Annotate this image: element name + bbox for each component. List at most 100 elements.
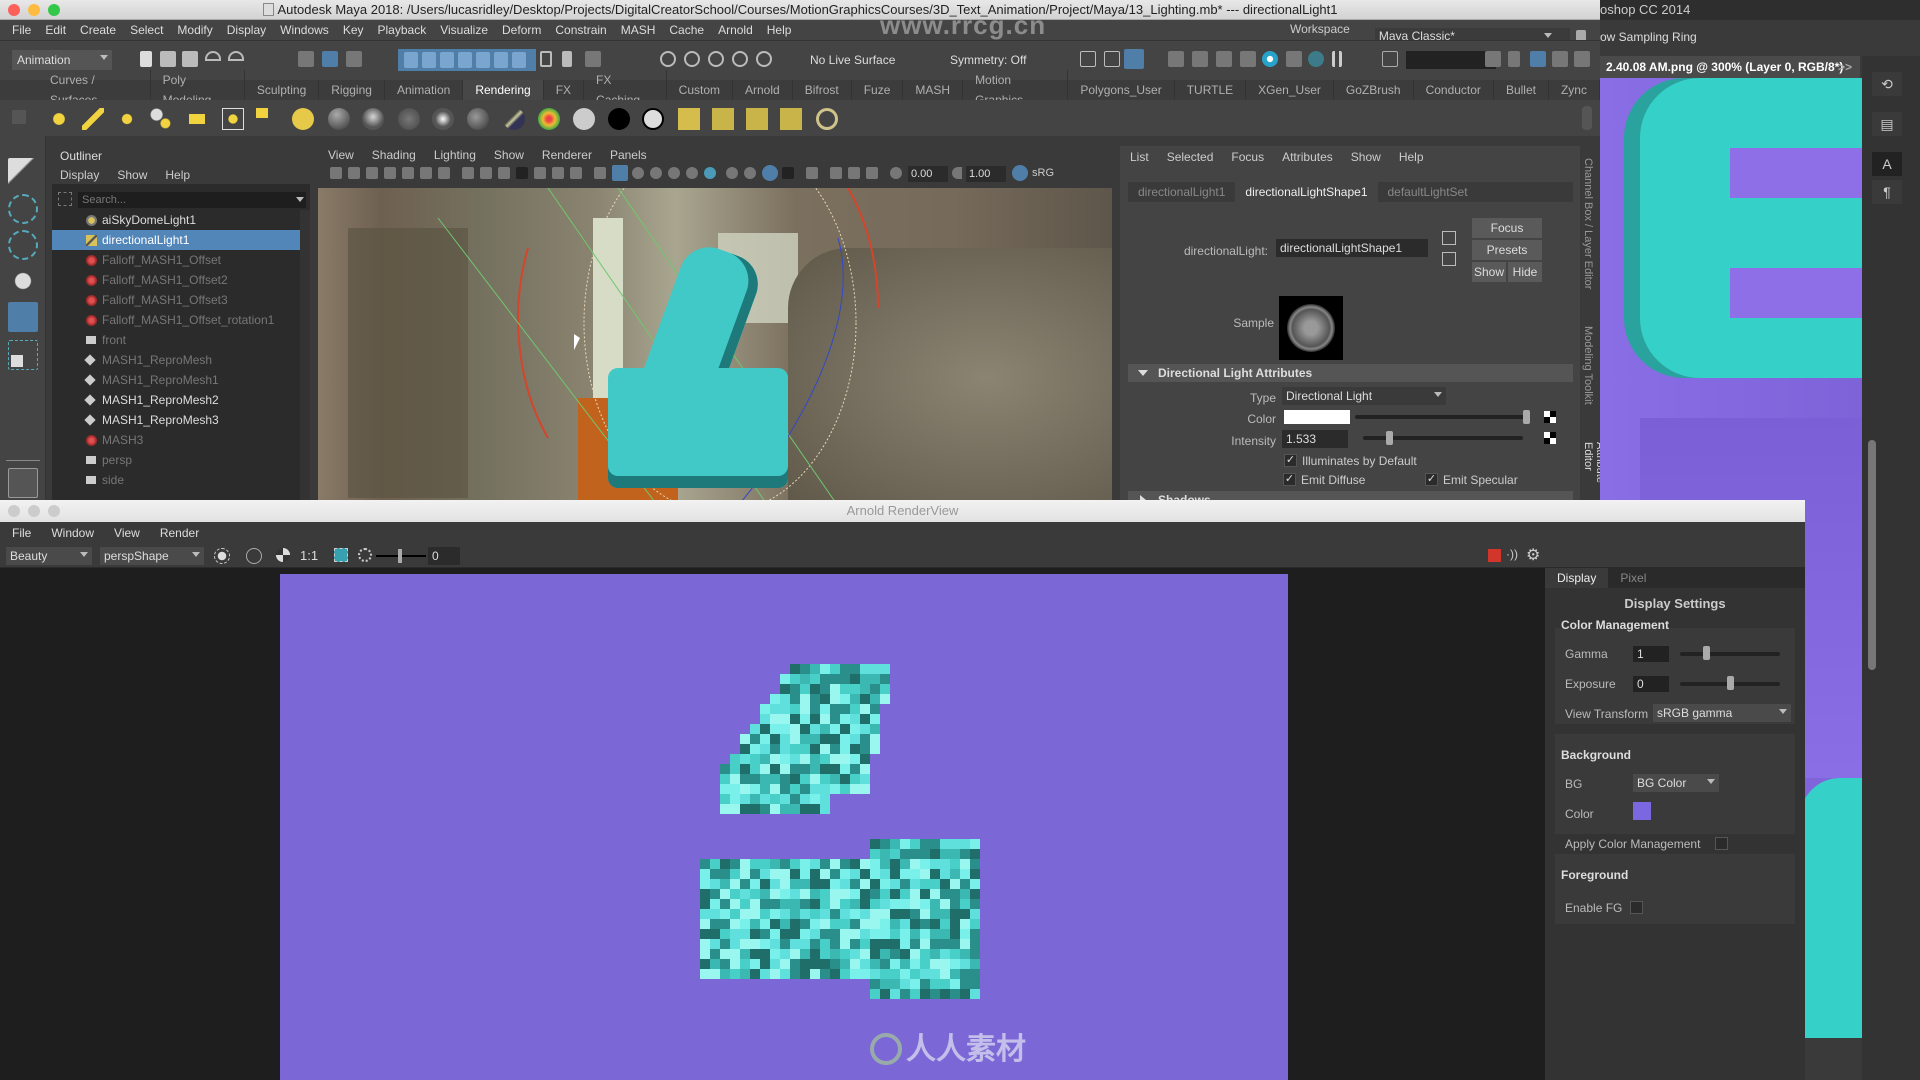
shelf-tab-arnold[interactable]: Arnold (733, 80, 793, 100)
select-object-icon[interactable] (322, 51, 338, 67)
color-slider-thumb[interactable] (1523, 410, 1530, 424)
shelf-tab-zync[interactable]: Zync (1549, 80, 1600, 100)
shelf-tab-custom[interactable]: Custom (667, 80, 733, 100)
render-waveform-icon[interactable] (678, 108, 700, 130)
snap-curve-icon[interactable] (684, 51, 700, 67)
text-mesh-lower[interactable] (608, 368, 788, 488)
outliner-item[interactable]: MASH1_ReproMesh (52, 350, 300, 370)
grid-icon[interactable] (462, 167, 474, 179)
camera-aim-icon[interactable] (256, 108, 278, 130)
ipr-render-icon[interactable] (1216, 51, 1232, 67)
surface-shader-icon[interactable] (573, 108, 595, 130)
rotate-tool-icon[interactable] (8, 302, 38, 332)
mask-handles-icon[interactable] (404, 52, 418, 68)
wireframe-on-shaded-icon[interactable] (632, 167, 644, 179)
depth-of-field-icon[interactable] (782, 167, 794, 179)
menu-help[interactable]: Help (767, 23, 792, 37)
ae-tab-light-set[interactable]: defaultLightSet (1378, 182, 1478, 202)
render-sequence-icon[interactable] (712, 108, 734, 130)
resolution-gate-icon[interactable] (498, 167, 510, 179)
paragraph-panel-icon[interactable]: ¶ (1872, 180, 1902, 204)
gamma-field[interactable]: 1 (1633, 646, 1669, 662)
light-editor-icon[interactable] (1308, 51, 1324, 67)
mask-joints-icon[interactable] (422, 52, 436, 68)
construction-history-icon[interactable] (1124, 49, 1144, 69)
color-swatch[interactable] (1284, 410, 1350, 424)
menu-arnold[interactable]: Arnold (718, 23, 753, 37)
menu-windows[interactable]: Windows (280, 23, 329, 37)
menu-file[interactable]: File (12, 23, 31, 37)
light-x-axis-arc-2[interactable] (847, 188, 880, 309)
film-gate-icon[interactable] (480, 167, 492, 179)
outliner-item[interactable]: MASH1_ReproMesh3 (52, 410, 300, 430)
close-window-button[interactable] (8, 4, 20, 16)
xray-joints-icon[interactable] (830, 167, 842, 179)
smooth-shade-icon[interactable] (612, 165, 628, 181)
viewport-color-space[interactable]: sRG (1032, 167, 1054, 179)
shelf-tab-mash[interactable]: MASH (903, 80, 964, 100)
volume-light-icon[interactable] (222, 108, 244, 130)
xray-active-icon[interactable] (848, 167, 860, 179)
gamma-slider-thumb[interactable] (1703, 646, 1711, 660)
viewport-menu-show[interactable]: Show (494, 146, 524, 164)
rv-menu-file[interactable]: File (12, 522, 31, 544)
modeling-toolkit-icon[interactable] (1485, 51, 1501, 67)
input-ops-icon[interactable] (1080, 51, 1096, 67)
view-transform-dropdown[interactable]: sRGB gamma (1653, 704, 1791, 722)
go-to-output-icon[interactable] (1442, 252, 1456, 266)
image-plane-icon[interactable] (402, 167, 414, 179)
ae-tab-transform[interactable]: directionalLight1 (1128, 182, 1235, 202)
outliner-item[interactable]: side (52, 470, 300, 490)
focus-button[interactable]: Focus (1472, 218, 1542, 238)
presets-button[interactable]: Presets (1472, 240, 1542, 260)
enable-fg-checkbox[interactable] (1630, 901, 1643, 914)
select-hierarchy-icon[interactable] (298, 51, 314, 67)
viewport-menu-lighting[interactable]: Lighting (434, 146, 476, 164)
mask-surfaces-icon[interactable] (458, 52, 472, 68)
safe-action-icon[interactable] (552, 167, 564, 179)
quick-select-field[interactable] (1406, 51, 1496, 69)
shelf-options-icon[interactable] (12, 110, 26, 124)
misc-mask-icon[interactable] (540, 51, 552, 67)
tab-display[interactable]: Display (1545, 568, 1609, 588)
phonge-material-icon[interactable] (432, 108, 454, 130)
tab-pixel[interactable]: Pixel (1608, 568, 1658, 588)
overflow-tabs-button[interactable]: >> (1838, 56, 1852, 78)
shelf-tab-bullet[interactable]: Bullet (1494, 80, 1549, 100)
spot-light-icon[interactable] (150, 108, 172, 130)
color-management-toggle-icon[interactable] (1012, 165, 1028, 181)
ambient-light-icon[interactable] (48, 108, 70, 130)
menu-display[interactable]: Display (227, 23, 266, 37)
menu-create[interactable]: Create (80, 23, 116, 37)
anti-aliasing-icon[interactable] (762, 165, 778, 181)
symmetry-label[interactable]: Symmetry: Off (950, 53, 1026, 67)
heatmap-icon[interactable] (538, 108, 560, 130)
undo-icon[interactable] (205, 51, 221, 61)
exposure-slider-thumb[interactable] (398, 549, 402, 563)
tool-settings-icon[interactable] (1552, 51, 1568, 67)
menu-key[interactable]: Key (343, 23, 364, 37)
rv-menu-window[interactable]: Window (51, 522, 94, 544)
camera-lock-icon[interactable] (348, 167, 360, 179)
blinn-material-icon[interactable] (328, 108, 350, 130)
paint-select-tool-icon[interactable] (8, 230, 38, 260)
scale-tool-icon[interactable] (8, 340, 38, 370)
select-tool-icon[interactable] (8, 158, 38, 188)
exposure-icon[interactable] (358, 548, 372, 562)
gate-mask-icon[interactable] (516, 167, 528, 179)
zoom-window-button[interactable] (48, 505, 60, 517)
exposure-field[interactable]: 0 (428, 547, 460, 565)
backface-culling-icon[interactable] (866, 167, 878, 179)
illuminates-by-default-checkbox[interactable]: ✓ (1284, 454, 1297, 467)
mask-deformers-icon[interactable] (476, 52, 490, 68)
ae-menu-show[interactable]: Show (1351, 146, 1381, 168)
attribute-editor-toggle-icon[interactable] (1530, 51, 1546, 67)
intensity-slider-thumb[interactable] (1385, 431, 1393, 445)
hypershade-icon[interactable] (1262, 51, 1278, 67)
viewport-menu-view[interactable]: View (328, 146, 354, 164)
outliner-item[interactable]: front (52, 330, 300, 350)
viewport-gamma-field[interactable]: 1.00 (966, 166, 1006, 182)
viewport-3d-scene[interactable] (318, 188, 1112, 506)
snap-view-plane-icon[interactable] (732, 51, 748, 67)
outliner-menu-help[interactable]: Help (165, 166, 190, 184)
